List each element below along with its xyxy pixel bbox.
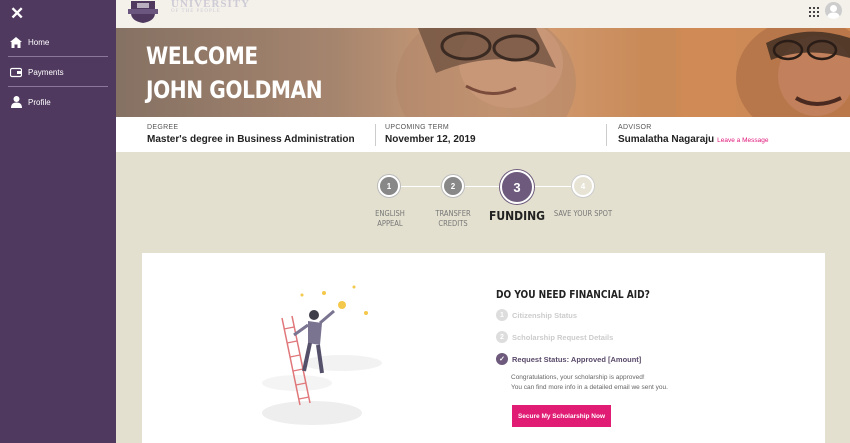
step-4-label: SAVE YOUR SPOT — [553, 209, 613, 218]
divider — [8, 86, 108, 87]
profile-icon — [9, 95, 23, 109]
note-line: You can find more info in a detailed ema… — [511, 384, 668, 391]
university-logo-icon — [128, 1, 158, 23]
sidebar-item-label: Payments — [28, 67, 64, 77]
term-value: November 12, 2019 — [385, 134, 476, 145]
welcome-heading: WELCOME JOHN GOLDMAN — [146, 39, 323, 107]
close-icon[interactable]: ✕ — [10, 4, 24, 24]
step-2-label: TRANSFER CREDITS — [426, 209, 480, 229]
advisor-name: Sumalatha Nagaraju — [618, 134, 715, 145]
leave-message-link[interactable]: Leave a Message — [717, 137, 768, 144]
aid-step-label: Citizenship Status — [512, 310, 578, 320]
degree-info: DEGREE Master's degree in Business Admin… — [147, 124, 355, 145]
step-connector — [400, 186, 440, 187]
secure-scholarship-button[interactable]: Secure My Scholarship Now — [512, 405, 611, 427]
aid-step-label: Request Status: Approved [Amount] — [512, 354, 642, 364]
student-info-bar: DEGREE Master's degree in Business Admin… — [116, 117, 850, 152]
note-line: Congratulations, your scholarship is app… — [511, 374, 645, 381]
step-label-line: ENGLISH — [375, 209, 405, 218]
sidebar-item-home[interactable]: Home — [0, 30, 116, 54]
divider — [606, 124, 607, 146]
degree-value: Master's degree in Business Administrati… — [147, 134, 355, 145]
payments-icon — [9, 65, 23, 79]
advisor-row: Sumalatha Nagaraju Leave a Message — [618, 134, 768, 145]
step-1-circle[interactable]: 1 — [378, 175, 400, 197]
sidebar-item-payments[interactable]: Payments — [0, 60, 116, 84]
financial-aid-title: DO YOU NEED FINANCIAL AID? — [496, 289, 650, 301]
aid-step-number: 1 — [496, 309, 508, 321]
step-4-circle[interactable]: 4 — [572, 175, 594, 197]
aid-step-number: 2 — [496, 331, 508, 343]
step-1-label: ENGLISH APPEAL — [365, 209, 415, 229]
step-3-circle-active[interactable]: 3 — [500, 170, 534, 204]
top-bar: UNIVERSITY OF THE PEOPLE — [116, 0, 850, 28]
step-2-circle[interactable]: 2 — [442, 175, 464, 197]
welcome-text: WELCOME — [146, 42, 258, 70]
checkmark-icon: ✓ — [496, 353, 508, 365]
aid-step-label: Scholarship Request Details — [512, 332, 614, 342]
step-label-line: APPEAL — [377, 219, 403, 228]
financial-aid-card — [142, 253, 825, 443]
aid-step-citizenship[interactable]: 1 Citizenship Status — [496, 309, 577, 321]
apps-grid-icon[interactable] — [809, 7, 819, 17]
user-avatar-icon[interactable] — [825, 2, 842, 19]
step-3-label-active: FUNDING — [488, 209, 546, 223]
ladder-illustration — [262, 285, 382, 425]
divider — [375, 124, 376, 146]
university-logo-text: UNIVERSITY OF THE PEOPLE — [171, 0, 250, 14]
divider — [8, 56, 108, 57]
sidebar-item-label: Home — [28, 37, 50, 47]
step-label-line: CREDITS — [438, 219, 468, 228]
sidebar: ✕ Home Payments Profile — [0, 0, 116, 443]
advisor-info: ADVISOR Sumalatha Nagaraju Leave a Messag… — [618, 124, 768, 145]
sidebar-item-label: Profile — [28, 97, 51, 107]
step-connector — [464, 186, 504, 187]
approval-note: Congratulations, your scholarship is app… — [511, 373, 668, 393]
step-connector — [532, 186, 572, 187]
aid-step-scholarship-details[interactable]: 2 Scholarship Request Details — [496, 331, 613, 343]
home-icon — [9, 35, 23, 49]
term-label: UPCOMING TERM — [385, 124, 450, 131]
term-info: UPCOMING TERM November 12, 2019 — [385, 124, 476, 145]
hero-banner: WELCOME JOHN GOLDMAN — [116, 28, 850, 117]
student-name: JOHN GOLDMAN — [146, 76, 323, 104]
degree-label: DEGREE — [147, 124, 179, 131]
advisor-label: ADVISOR — [618, 124, 652, 131]
step-label-line: TRANSFER — [435, 209, 471, 218]
aid-step-request-status[interactable]: ✓ Request Status: Approved [Amount] — [496, 353, 641, 365]
sidebar-item-profile[interactable]: Profile — [0, 90, 116, 114]
